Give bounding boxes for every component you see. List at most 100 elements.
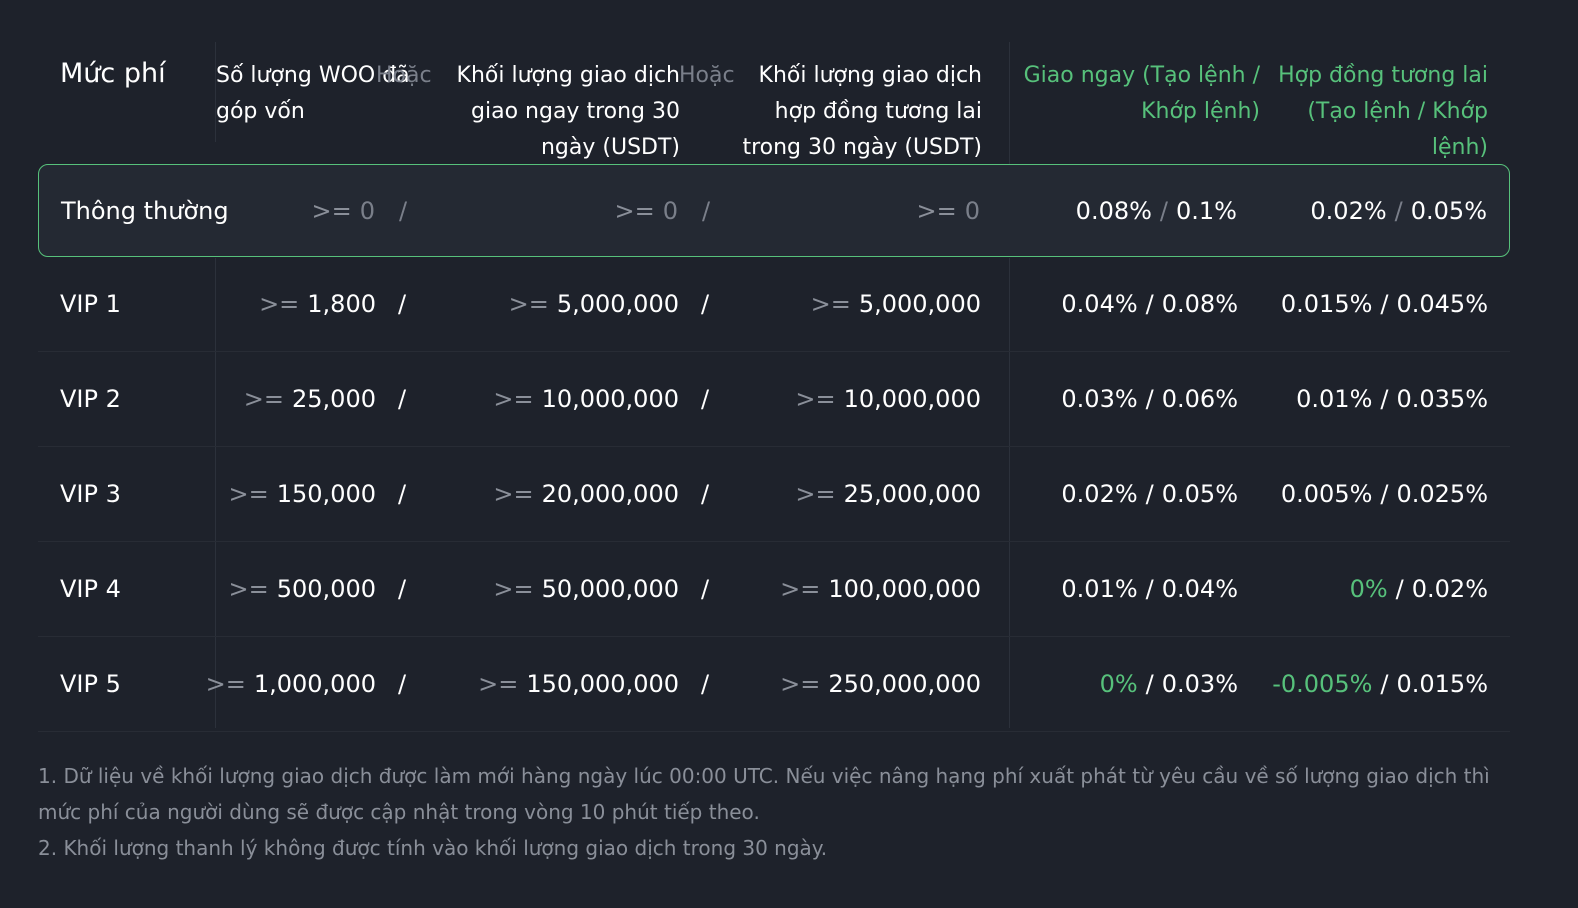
spot-maker-fee: 0.03% bbox=[1061, 385, 1138, 413]
woo-amount-value: 1,000,000 bbox=[253, 670, 376, 698]
woo-amount: >= 150,000 bbox=[229, 447, 376, 541]
spot-volume: >= 10,000,000 bbox=[493, 352, 679, 446]
or-separator: / bbox=[701, 575, 710, 603]
or-separator: / bbox=[398, 385, 407, 413]
spot-fee: 0.08%/0.1% bbox=[1076, 165, 1237, 256]
or-separator: / bbox=[399, 196, 408, 225]
or-separator: / bbox=[702, 196, 711, 225]
spot-volume-value: 150,000,000 bbox=[526, 670, 679, 698]
futures-volume: >= 0 bbox=[917, 165, 981, 256]
futures-volume: >= 5,000,000 bbox=[811, 257, 981, 351]
spot-volume: >= 150,000,000 bbox=[478, 637, 679, 731]
futures-maker-fee: 0.005% bbox=[1280, 480, 1373, 508]
table-row: VIP 1 >= 1,800/>= 5,000,000/>= 5,000,000 0.04… bbox=[38, 257, 1510, 352]
futures-maker-fee: 0.01% bbox=[1296, 385, 1373, 413]
ge-symbol: >= bbox=[810, 290, 851, 318]
fee-slash: / bbox=[1145, 575, 1154, 603]
spot-maker-fee: 0.04% bbox=[1061, 290, 1138, 318]
tier-name: VIP 5 bbox=[60, 670, 121, 698]
spot-taker-fee: 0.05% bbox=[1161, 480, 1238, 508]
ge-symbol: >= bbox=[780, 575, 821, 603]
fee-slash: / bbox=[1159, 196, 1169, 225]
ge-symbol: >= bbox=[780, 670, 821, 698]
spot-fee: 0.04%/0.08% bbox=[1061, 257, 1238, 351]
header-title: Mức phí bbox=[60, 58, 166, 89]
spot-volume-value: 20,000,000 bbox=[541, 480, 679, 508]
tier-name: VIP 2 bbox=[60, 385, 121, 413]
or-separator: / bbox=[398, 575, 407, 603]
futures-volume-value: 5,000,000 bbox=[858, 290, 981, 318]
futures-maker-fee: 0.015% bbox=[1280, 290, 1373, 318]
ge-symbol: >= bbox=[493, 575, 534, 603]
tier-name: VIP 3 bbox=[60, 480, 121, 508]
ge-symbol: >= bbox=[478, 670, 519, 698]
ge-symbol: >= bbox=[243, 385, 285, 413]
tier-name: Thông thường bbox=[61, 196, 229, 225]
futures-taker-fee: 0.025% bbox=[1396, 480, 1488, 508]
futures-taker-fee: 0.035% bbox=[1396, 385, 1488, 413]
spot-volume: >= 5,000,000 bbox=[509, 257, 679, 351]
futures-volume-value: 250,000,000 bbox=[828, 670, 981, 698]
notes: 1. Dữ liệu về khối lượng giao dịch được … bbox=[38, 758, 1518, 866]
woo-amount: >= 25,000 bbox=[244, 352, 376, 446]
spot-maker-fee: 0% bbox=[1099, 670, 1138, 698]
fee-slash: / bbox=[1145, 480, 1154, 508]
spot-taker-fee: 0.03% bbox=[1161, 670, 1238, 698]
woo-amount: >= 1,800 bbox=[259, 257, 376, 351]
ge-symbol: >= bbox=[614, 196, 655, 225]
fee-slash: / bbox=[1380, 385, 1389, 413]
header-or: Hoặc bbox=[376, 63, 432, 88]
futures-volume: >= 100,000,000 bbox=[780, 542, 981, 636]
spot-taker-fee: 0.06% bbox=[1161, 385, 1238, 413]
fee-slash: / bbox=[1145, 670, 1154, 698]
fee-table: Mức phí Số lượng WOO đã góp vốn Hoặc Khố… bbox=[38, 40, 1510, 732]
fee-slash: / bbox=[1380, 480, 1389, 508]
woo-amount-value: 25,000 bbox=[292, 385, 376, 413]
spot-fee: 0%/0.03% bbox=[1100, 637, 1238, 731]
futures-fee: 0.015%/0.045% bbox=[1281, 257, 1488, 351]
futures-volume-value: 100,000,000 bbox=[828, 575, 981, 603]
spot-fee: 0.03%/0.06% bbox=[1061, 352, 1238, 446]
futures-fee: 0.005%/0.025% bbox=[1281, 447, 1488, 541]
woo-amount-value: 500,000 bbox=[276, 575, 376, 603]
woo-amount-value: 0 bbox=[359, 196, 375, 225]
futures-volume-value: 10,000,000 bbox=[843, 385, 981, 413]
tier-name: VIP 4 bbox=[60, 575, 121, 603]
futures-volume: >= 10,000,000 bbox=[795, 352, 981, 446]
futures-volume-value: 25,000,000 bbox=[843, 480, 981, 508]
spot-fee: 0.02%/0.05% bbox=[1061, 447, 1238, 541]
futures-maker-fee: -0.005% bbox=[1272, 670, 1373, 698]
ge-symbol: >= bbox=[259, 290, 300, 318]
header-futures-fee: Hợp đồng tương lai (Tạo lệnh / Khớp lệnh… bbox=[1278, 63, 1488, 160]
woo-amount: >= 500,000 bbox=[229, 542, 376, 636]
fee-slash: / bbox=[1380, 670, 1389, 698]
table-row: VIP 5 >= 1,000,000/>= 150,000,000/>= 250,000… bbox=[38, 637, 1510, 732]
woo-amount-value: 1,800 bbox=[307, 290, 376, 318]
spot-volume: >= 50,000,000 bbox=[493, 542, 679, 636]
header-futures-volume: Khối lượng giao dịch hợp đồng tương lai … bbox=[742, 63, 982, 160]
fee-schedule: Mức phí Số lượng WOO đã góp vốn Hoặc Khố… bbox=[0, 0, 1578, 908]
futures-taker-fee: 0.015% bbox=[1396, 670, 1488, 698]
spot-maker-fee: 0.02% bbox=[1061, 480, 1138, 508]
table-row: VIP 2 >= 25,000/>= 10,000,000/>= 10,000,000 0… bbox=[38, 352, 1510, 447]
ge-symbol: >= bbox=[228, 480, 269, 508]
woo-amount: >= 1,000,000 bbox=[206, 637, 376, 731]
fee-slash: / bbox=[1395, 575, 1404, 603]
table-body: Thông thường >= 0/>= 0/>= 0 0.08%/0.1% 0.02%/0… bbox=[38, 164, 1510, 732]
table-row: Thông thường >= 0/>= 0/>= 0 0.08%/0.1% 0.02%/0… bbox=[38, 164, 1510, 257]
fee-slash: / bbox=[1145, 385, 1154, 413]
note-1: 1. Dữ liệu về khối lượng giao dịch được … bbox=[38, 764, 1490, 824]
futures-maker-fee: 0.02% bbox=[1310, 196, 1387, 225]
header-spot-volume: Khối lượng giao dịch giao ngay trong 30 … bbox=[456, 63, 680, 160]
spot-volume-value: 10,000,000 bbox=[541, 385, 679, 413]
futures-volume: >= 25,000,000 bbox=[795, 447, 981, 541]
spot-taker-fee: 0.08% bbox=[1161, 290, 1238, 318]
spot-maker-fee: 0.08% bbox=[1075, 196, 1152, 225]
futures-taker-fee: 0.045% bbox=[1396, 290, 1488, 318]
fee-slash: / bbox=[1380, 290, 1389, 318]
futures-fee: 0.01%/0.035% bbox=[1296, 352, 1488, 446]
spot-maker-fee: 0.01% bbox=[1061, 575, 1138, 603]
futures-fee: -0.005%/0.015% bbox=[1272, 637, 1488, 731]
table-row: VIP 4 >= 500,000/>= 50,000,000/>= 100,000,00… bbox=[38, 542, 1510, 637]
ge-symbol: >= bbox=[916, 196, 957, 225]
